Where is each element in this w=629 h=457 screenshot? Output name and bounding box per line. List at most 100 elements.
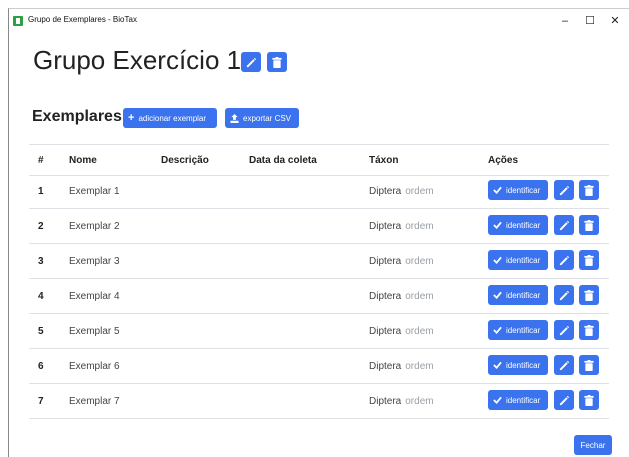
identify-label: identificar	[506, 360, 541, 370]
specimen-name: Exemplar 5	[69, 326, 120, 337]
taxon-rank: ordem	[405, 396, 434, 407]
add-specimen-button[interactable]: + adicionar exemplar	[123, 108, 217, 128]
edit-group-button[interactable]	[241, 52, 261, 72]
delete-specimen-button[interactable]	[579, 250, 599, 270]
pencil-icon	[246, 57, 256, 67]
close-window-button[interactable]: ✕	[603, 13, 627, 29]
edit-specimen-button[interactable]	[554, 320, 574, 340]
check-icon	[493, 221, 502, 229]
maximize-button[interactable]: ☐	[578, 13, 602, 29]
taxon-cell: Diptera ordem	[369, 396, 434, 407]
trash-icon	[584, 254, 594, 266]
header-descricao: Descrição	[161, 155, 209, 166]
taxon-rank: ordem	[405, 291, 434, 302]
delete-specimen-button[interactable]	[579, 215, 599, 235]
export-csv-label: exportar CSV	[243, 113, 292, 123]
taxon-cell: Diptera ordem	[369, 221, 434, 232]
table-row: 6 Exemplar 6 Diptera ordem identificar	[29, 349, 609, 384]
row-number: 3	[38, 256, 44, 267]
edit-specimen-button[interactable]	[554, 180, 574, 200]
trash-icon	[272, 56, 282, 68]
identify-button[interactable]: identificar	[488, 390, 548, 410]
add-specimen-label: adicionar exemplar	[138, 113, 207, 123]
taxon-name: Diptera	[369, 291, 402, 302]
export-csv-button[interactable]: exportar CSV	[225, 108, 299, 128]
taxon-name: Diptera	[369, 256, 402, 267]
header-nome: Nome	[69, 155, 97, 166]
row-number: 2	[38, 221, 44, 232]
row-number: 7	[38, 396, 44, 407]
identify-button[interactable]: identificar	[488, 215, 548, 235]
identify-label: identificar	[506, 220, 541, 230]
identify-button[interactable]: identificar	[488, 320, 548, 340]
identify-label: identificar	[506, 395, 541, 405]
page-title: Grupo Exercício 1	[33, 45, 242, 75]
pencil-icon	[559, 325, 569, 335]
delete-group-button[interactable]	[267, 52, 287, 72]
taxon-cell: Diptera ordem	[369, 361, 434, 372]
taxon-name: Diptera	[369, 326, 402, 337]
delete-specimen-button[interactable]	[579, 355, 599, 375]
edit-specimen-button[interactable]	[554, 250, 574, 270]
minimize-button[interactable]: –	[553, 13, 577, 29]
delete-specimen-button[interactable]	[579, 180, 599, 200]
check-icon	[493, 291, 502, 299]
header-data-coleta: Data da coleta	[249, 155, 317, 166]
taxon-rank: ordem	[405, 221, 434, 232]
trash-icon	[584, 289, 594, 301]
table-header: # Nome Descrição Data da coleta Táxon Aç…	[29, 144, 609, 176]
trash-icon	[584, 359, 594, 371]
pencil-icon	[559, 185, 569, 195]
delete-specimen-button[interactable]	[579, 285, 599, 305]
upload-icon	[230, 113, 239, 123]
row-number: 6	[38, 361, 44, 372]
identify-button[interactable]: identificar	[488, 285, 548, 305]
table-row: 3 Exemplar 3 Diptera ordem identificar	[29, 244, 609, 279]
taxon-rank: ordem	[405, 361, 434, 372]
delete-specimen-button[interactable]	[579, 320, 599, 340]
check-icon	[493, 396, 502, 404]
plus-icon: +	[128, 112, 135, 124]
table-row: 5 Exemplar 5 Diptera ordem identificar	[29, 314, 609, 349]
app-icon	[13, 16, 23, 26]
identify-label: identificar	[506, 325, 541, 335]
edit-specimen-button[interactable]	[554, 215, 574, 235]
specimen-name: Exemplar 2	[69, 221, 120, 232]
pencil-icon	[559, 220, 569, 230]
specimen-name: Exemplar 4	[69, 291, 120, 302]
taxon-cell: Diptera ordem	[369, 291, 434, 302]
window-title: Grupo de Exemplares - BioTax	[28, 15, 137, 24]
edit-specimen-button[interactable]	[554, 285, 574, 305]
identify-label: identificar	[506, 185, 541, 195]
table-row: 2 Exemplar 2 Diptera ordem identificar	[29, 209, 609, 244]
specimen-name: Exemplar 7	[69, 396, 120, 407]
table-row: 4 Exemplar 4 Diptera ordem identificar	[29, 279, 609, 314]
title-bar: Grupo de Exemplares - BioTax – ☐ ✕	[9, 9, 629, 34]
trash-icon	[584, 394, 594, 406]
taxon-rank: ordem	[405, 326, 434, 337]
table-row: 7 Exemplar 7 Diptera ordem identificar	[29, 384, 609, 419]
row-number: 4	[38, 291, 44, 302]
delete-specimen-button[interactable]	[579, 390, 599, 410]
identify-label: identificar	[506, 255, 541, 265]
taxon-rank: ordem	[405, 186, 434, 197]
app-window: Grupo de Exemplares - BioTax – ☐ ✕ Grupo…	[8, 8, 629, 457]
identify-button[interactable]: identificar	[488, 355, 548, 375]
check-icon	[493, 326, 502, 334]
specimen-name: Exemplar 1	[69, 186, 120, 197]
row-number: 5	[38, 326, 44, 337]
specimen-name: Exemplar 3	[69, 256, 120, 267]
identify-button[interactable]: identificar	[488, 250, 548, 270]
taxon-cell: Diptera ordem	[369, 186, 434, 197]
check-icon	[493, 256, 502, 264]
taxon-name: Diptera	[369, 221, 402, 232]
identify-button[interactable]: identificar	[488, 180, 548, 200]
pencil-icon	[559, 255, 569, 265]
pencil-icon	[559, 360, 569, 370]
identify-label: identificar	[506, 290, 541, 300]
close-button[interactable]: Fechar	[574, 435, 612, 455]
edit-specimen-button[interactable]	[554, 390, 574, 410]
taxon-rank: ordem	[405, 256, 434, 267]
section-title: Exemplares	[32, 108, 122, 125]
edit-specimen-button[interactable]	[554, 355, 574, 375]
